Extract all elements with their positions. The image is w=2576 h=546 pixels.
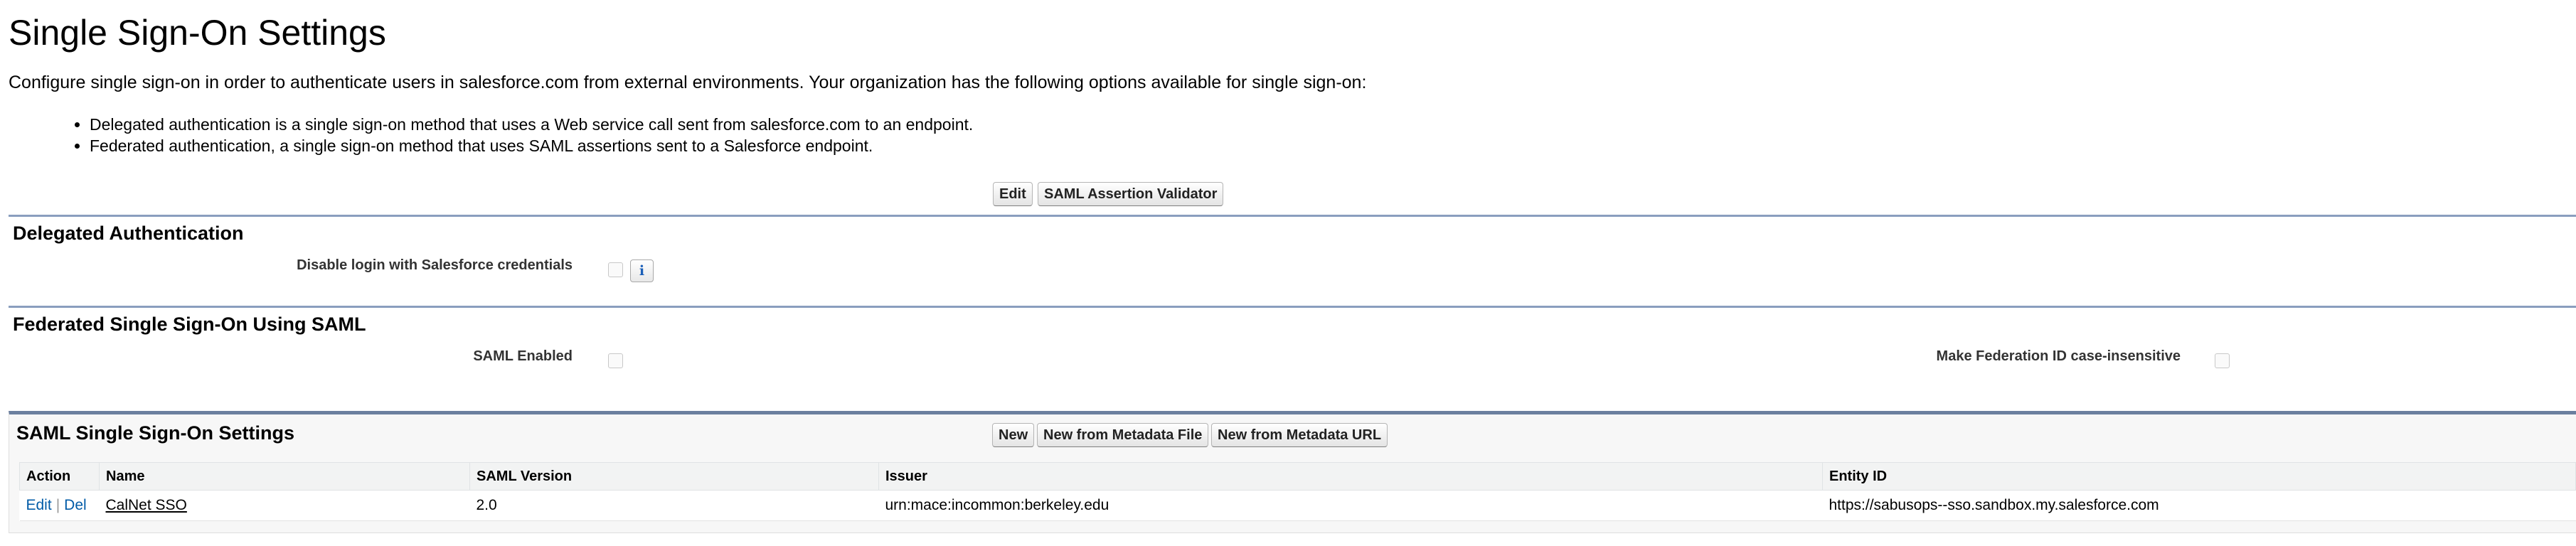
edit-button[interactable]: Edit	[993, 182, 1033, 206]
list-item: Delegated authentication is a single sig…	[90, 114, 973, 135]
column-header-entity-id: Entity ID	[1822, 462, 2576, 491]
entity-id-cell: https://sabusops--sso.sandbox.my.salesfo…	[1822, 490, 2576, 521]
saml-enabled-checkbox[interactable]	[608, 353, 623, 368]
saml-assertion-validator-button[interactable]: SAML Assertion Validator	[1038, 182, 1224, 206]
delete-link[interactable]: Del	[64, 497, 87, 513]
saml-enabled-label: SAML Enabled	[473, 348, 573, 364]
saml-settings-title: SAML Single Sign-On Settings	[16, 422, 295, 444]
column-header-issuer: Issuer	[878, 462, 1823, 491]
column-header-saml-version: SAML Version	[469, 462, 879, 491]
table-row: Edit | Del CalNet SSO 2.0 urn:mace:incommo…	[19, 490, 2576, 521]
saml-version-cell: 2.0	[469, 490, 879, 521]
saml-settings-table: Action Name SAML Version Issuer Entity I…	[19, 462, 2576, 521]
edit-link[interactable]: Edit	[26, 497, 52, 513]
intro-text: Configure single sign-on in order to aut…	[9, 73, 1367, 92]
sso-options-list: Delegated authentication is a single sig…	[34, 114, 973, 156]
list-item: Federated authentication, a single sign-…	[90, 135, 973, 156]
column-header-name: Name	[99, 462, 470, 491]
section-divider	[9, 215, 2576, 217]
disable-login-label: Disable login with Salesforce credential…	[297, 257, 573, 273]
table-header-row: Action Name SAML Version Issuer Entity I…	[19, 462, 2576, 491]
disable-login-checkbox[interactable]	[608, 262, 623, 277]
new-from-metadata-file-button[interactable]: New from Metadata File	[1037, 423, 1209, 447]
action-separator: |	[55, 497, 60, 513]
info-icon-glyph: i	[639, 263, 645, 279]
action-cell: Edit | Del	[19, 490, 100, 521]
page-title: Single Sign-On Settings	[9, 13, 386, 53]
column-header-action: Action	[19, 462, 100, 491]
case-insensitive-label: Make Federation ID case-insensitive	[1936, 348, 2181, 364]
case-insensitive-checkbox[interactable]	[2215, 353, 2230, 368]
section-title-federated: Federated Single Sign-On Using SAML	[13, 314, 366, 335]
section-title-delegated: Delegated Authentication	[13, 223, 244, 244]
section-divider	[9, 306, 2576, 308]
info-icon[interactable]: i	[630, 259, 654, 282]
issuer-cell: urn:mace:incommon:berkeley.edu	[878, 490, 1823, 521]
name-cell: CalNet SSO	[99, 490, 470, 521]
new-button[interactable]: New	[992, 423, 1035, 447]
sso-config-name-link[interactable]: CalNet SSO	[106, 497, 187, 513]
new-from-metadata-url-button[interactable]: New from Metadata URL	[1211, 423, 1388, 447]
